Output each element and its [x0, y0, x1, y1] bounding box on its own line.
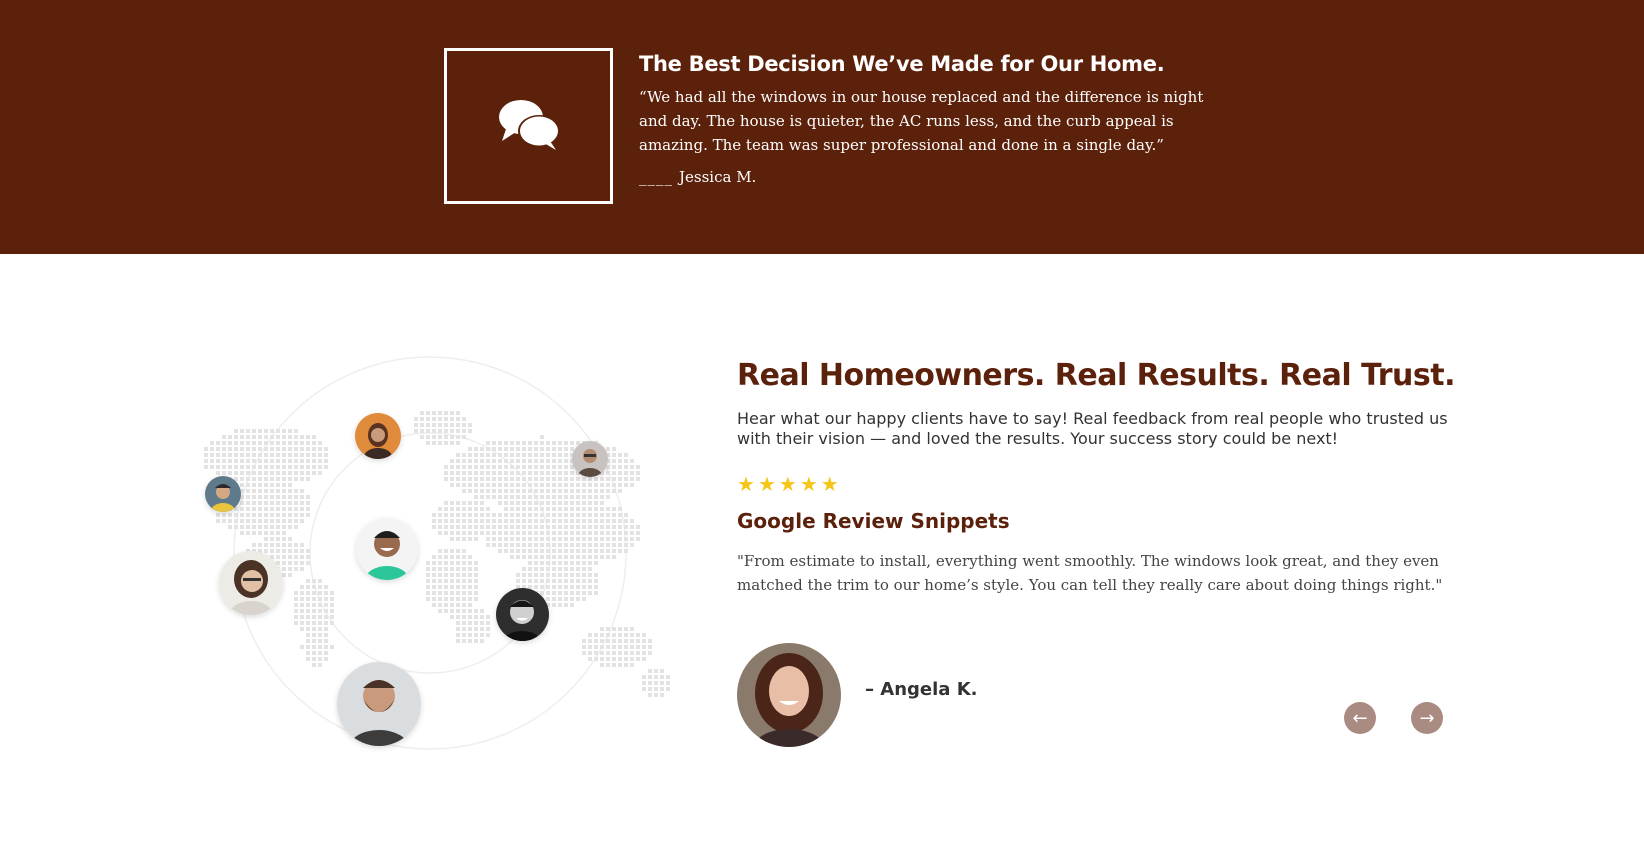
- avatar-man-bw: [496, 588, 549, 641]
- reviewer-name: – Angela K.: [865, 678, 978, 700]
- star-icon: ★: [757, 474, 776, 496]
- band-author: ____ Jessica M.: [639, 167, 1229, 187]
- star-rating: ★ ★ ★ ★ ★: [737, 475, 1467, 495]
- quote-icon-box: [444, 48, 613, 204]
- section-heading: Real Homeowners. Real Results. Real Trus…: [737, 358, 1456, 393]
- section-subheading: Hear what our happy clients have to say!…: [737, 409, 1448, 448]
- avatar-man-glasses: [572, 441, 608, 477]
- author-name: Jessica M.: [679, 168, 757, 186]
- prev-button[interactable]: ←: [1344, 702, 1376, 734]
- snippet-title: Google Review Snippets: [737, 509, 1010, 533]
- reviewer-avatar: [737, 643, 841, 747]
- star-icon: ★: [820, 474, 839, 496]
- avatar-boy-yellow: [205, 476, 241, 512]
- reviews-section: Real Homeowners. Real Results. Real Trus…: [737, 355, 1467, 597]
- next-button[interactable]: →: [1411, 702, 1443, 734]
- reviewer: – Angela K.: [737, 643, 977, 747]
- world-map-illustration: [180, 345, 720, 765]
- arrow-left-icon: ←: [1352, 707, 1368, 729]
- avatar-woman-orange: [355, 413, 401, 459]
- band-title: The Best Decision We’ve Made for Our Hom…: [639, 52, 1165, 76]
- avatar-man-beard: [337, 662, 421, 746]
- testimonial-band: The Best Decision We’ve Made for Our Hom…: [0, 0, 1644, 254]
- band-text: The Best Decision We’ve Made for Our Hom…: [639, 50, 1229, 187]
- star-icon: ★: [737, 474, 755, 496]
- chat-bubbles-icon: [496, 97, 562, 156]
- band-quote: “We had all the windows in our house rep…: [639, 88, 1204, 154]
- avatar-man-smiling: [356, 518, 418, 580]
- author-dash: ____: [639, 168, 673, 186]
- arrow-right-icon: →: [1419, 707, 1435, 729]
- review-snippet-text: "From estimate to install, everything we…: [737, 552, 1443, 594]
- star-icon: ★: [778, 474, 797, 496]
- avatar-woman-glasses: [219, 551, 283, 615]
- star-icon: ★: [799, 474, 818, 496]
